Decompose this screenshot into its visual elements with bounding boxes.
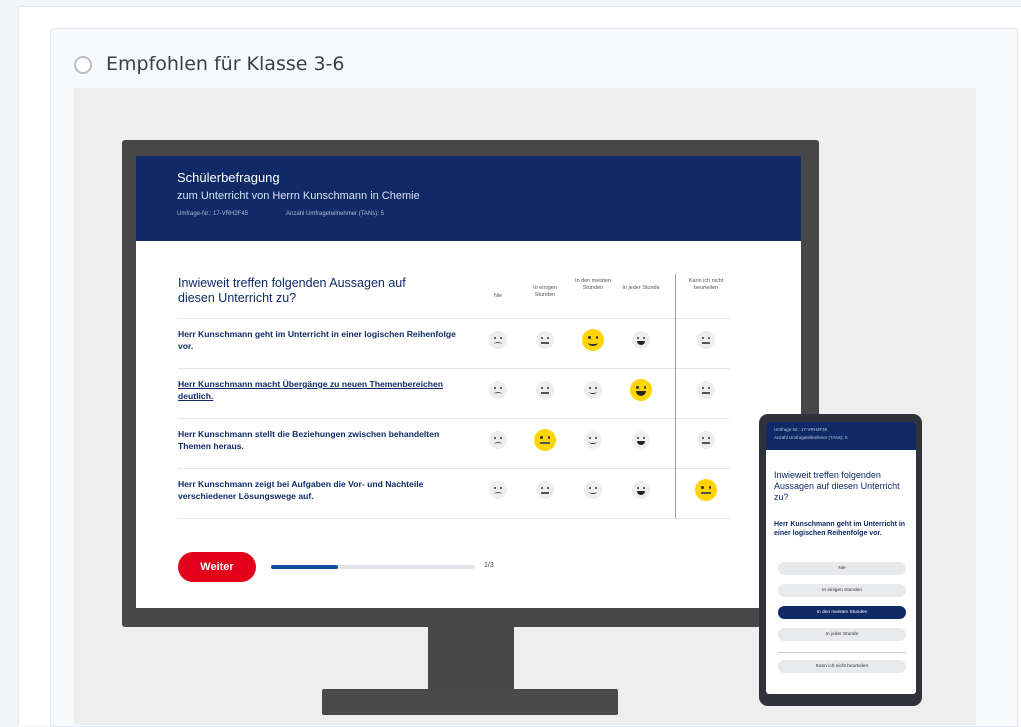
phone-survey-id: Umfrage-Nr.: 17-VRH2F45: [774, 427, 828, 432]
neutral-face-icon[interactable]: [697, 331, 715, 349]
neutral-face-icon[interactable]: [536, 331, 554, 349]
option-label: Empfohlen für Klasse 3-6: [106, 53, 345, 75]
grin-face-icon[interactable]: [632, 431, 650, 449]
row-divider: [178, 318, 730, 319]
column-header: In den meisten Stunden: [574, 278, 612, 291]
neutral-face-icon[interactable]: [695, 479, 717, 501]
phone-option[interactable]: In den meisten Stunden: [778, 606, 906, 619]
next-button[interactable]: Weiter: [178, 552, 256, 582]
sad-face-icon[interactable]: [489, 481, 507, 499]
neutral-face-icon[interactable]: [697, 431, 715, 449]
statement-text: Herr Kunschmann geht im Unterricht in ei…: [178, 329, 456, 351]
neutral-face-icon[interactable]: [534, 429, 556, 451]
smile-face-icon[interactable]: [584, 381, 602, 399]
page-counter: 1/3: [484, 562, 494, 569]
survey-subtitle: zum Unterricht von Herrn Kunschmann in C…: [177, 190, 420, 202]
grin-face-icon[interactable]: [630, 379, 652, 401]
smile-face-icon[interactable]: [582, 329, 604, 351]
phone-option[interactable]: Nie: [778, 562, 906, 575]
row-divider: [178, 368, 730, 369]
sad-face-icon[interactable]: [489, 331, 507, 349]
row-divider: [178, 418, 730, 419]
phone-screen: Umfrage-Nr.: 17-VRH2F45 Anzahl Umfragete…: [766, 422, 916, 694]
column-header: Kann ich nicht beurteilen: [688, 278, 724, 291]
neutral-face-icon[interactable]: [697, 381, 715, 399]
grin-face-icon[interactable]: [632, 481, 650, 499]
statement-text: Herr Kunschmann macht Übergänge zu neuen…: [178, 379, 444, 401]
phone-survey-participants: Anzahl Umfrageteilnehmer (TANs): 5: [774, 435, 848, 440]
phone-divider: [778, 652, 906, 653]
grin-face-icon[interactable]: [632, 331, 650, 349]
neutral-face-icon[interactable]: [536, 481, 554, 499]
monitor-stand-foot: [322, 689, 618, 715]
radio-button[interactable]: [74, 56, 92, 74]
sad-face-icon[interactable]: [489, 431, 507, 449]
sad-face-icon[interactable]: [489, 381, 507, 399]
column-header: Nie: [493, 293, 503, 299]
statement-text: Herr Kunschmann stellt die Beziehungen z…: [178, 429, 440, 451]
phone-header: Umfrage-Nr.: 17-VRH2F45 Anzahl Umfragete…: [766, 422, 916, 450]
monitor-screen: Schülerbefragung zum Unterricht von Herr…: [136, 156, 801, 608]
column-divider: [675, 274, 676, 518]
progress-bar: [271, 565, 475, 569]
monitor-stand-neck: [428, 627, 514, 691]
phone-option[interactable]: In einigen Stunden: [778, 584, 906, 597]
row-divider: [178, 468, 730, 469]
column-header: In einigen Stunden: [533, 285, 557, 298]
survey-title: Schülerbefragung: [177, 170, 280, 185]
survey-participants: Anzahl Umfrageteilnehmer (TANs): 5: [286, 211, 384, 217]
statement-text: Herr Kunschmann zeigt bei Aufgaben die V…: [178, 479, 424, 501]
column-header: In jeder Stunde: [622, 285, 660, 291]
phone-option[interactable]: In jeder Stunde: [778, 628, 906, 641]
survey-question: Inwieweit treffen folgenden Aussagen auf…: [178, 276, 406, 305]
smile-face-icon[interactable]: [584, 431, 602, 449]
phone-option-cannot-judge[interactable]: Kann ich nicht beurteilen: [778, 660, 906, 673]
phone-statement: Herr Kunschmann geht im Unterricht in ei…: [774, 521, 906, 537]
survey-id: Umfrage-Nr.: 17-VRH2F45: [177, 211, 249, 217]
progress-fill: [271, 565, 339, 569]
row-divider: [178, 518, 730, 519]
smile-face-icon[interactable]: [584, 481, 602, 499]
survey-header: Schülerbefragung zum Unterricht von Herr…: [136, 156, 801, 241]
neutral-face-icon[interactable]: [536, 381, 554, 399]
phone-question: Inwieweit treffen folgenden Aussagen auf…: [774, 470, 900, 502]
